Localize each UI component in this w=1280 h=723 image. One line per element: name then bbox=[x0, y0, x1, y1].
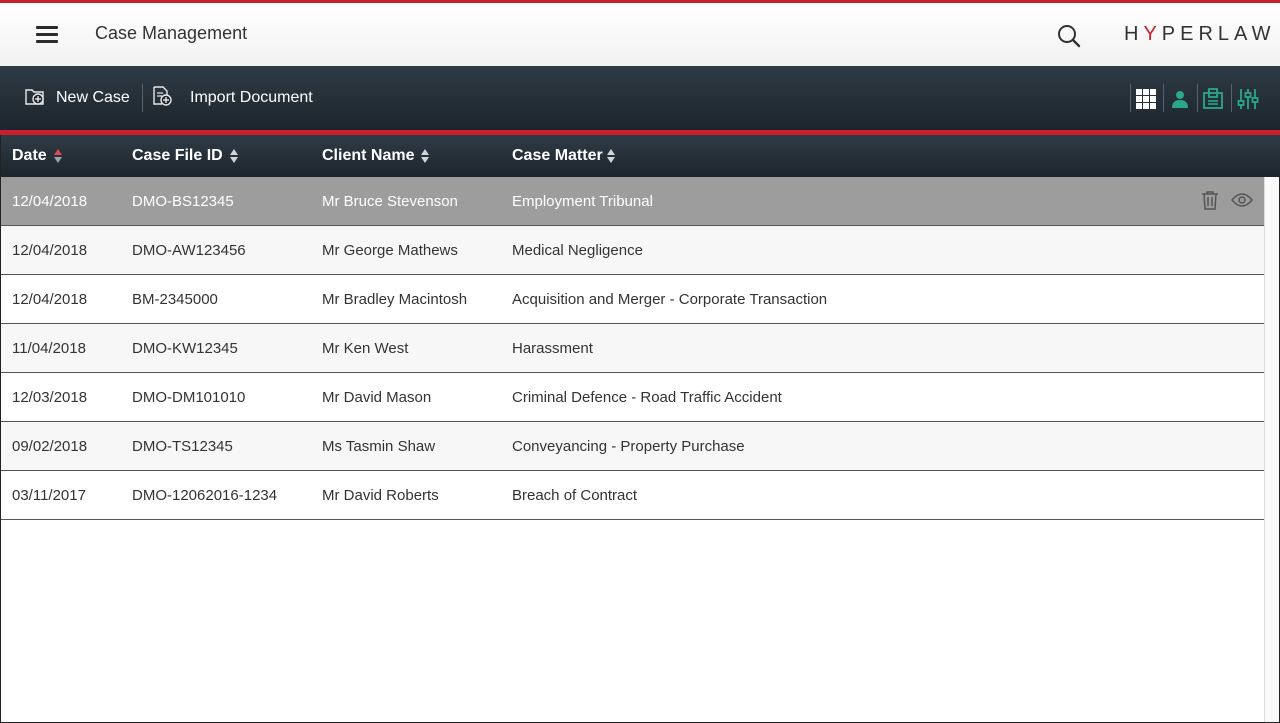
cell-case-matter: Employment Tribunal bbox=[512, 192, 653, 210]
table-row[interactable]: 09/02/2018 DMO-TS12345 Ms Tasmin Shaw Co… bbox=[1, 422, 1265, 471]
toolbar-divider bbox=[1231, 84, 1232, 112]
cell-date: 12/04/2018 bbox=[12, 241, 88, 259]
import-document-label: Import Document bbox=[190, 89, 313, 106]
column-header-case-matter[interactable]: Case Matter bbox=[512, 135, 615, 177]
cell-date: 03/11/2017 bbox=[12, 486, 86, 504]
vertical-scrollbar[interactable] bbox=[1264, 177, 1279, 722]
cell-case-matter: Medical Negligence bbox=[512, 241, 643, 259]
cell-client-name: Ms Tasmin Shaw bbox=[322, 437, 436, 455]
app-header: Case Management HYPERLAW bbox=[0, 3, 1280, 66]
row-actions bbox=[1199, 189, 1253, 211]
cell-case-file-id: DMO-BS12345 bbox=[132, 192, 234, 210]
cell-case-file-id: DMO-AW123456 bbox=[132, 241, 246, 259]
trash-icon[interactable] bbox=[1199, 189, 1221, 211]
cell-client-name: Mr Bruce Stevenson bbox=[322, 192, 458, 210]
column-header-case-file-id[interactable]: Case File ID bbox=[132, 135, 238, 177]
cell-date: 09/02/2018 bbox=[12, 437, 88, 455]
menu-icon[interactable] bbox=[36, 26, 58, 44]
toolbar-divider bbox=[1197, 84, 1198, 112]
column-header-label: Case File ID bbox=[132, 147, 223, 164]
sort-icon bbox=[53, 149, 62, 163]
column-header-label: Client Name bbox=[322, 147, 415, 164]
filter-sliders-icon[interactable] bbox=[1235, 86, 1261, 112]
sort-icon bbox=[229, 149, 238, 163]
cell-client-name: Mr Ken West bbox=[322, 339, 409, 357]
case-file-view-icon[interactable] bbox=[1200, 86, 1226, 112]
table-row[interactable]: 12/04/2018 DMO-BS12345 Mr Bruce Stevenso… bbox=[1, 177, 1265, 226]
sort-icon bbox=[606, 149, 615, 163]
user-view-icon[interactable] bbox=[1167, 86, 1193, 112]
toolbar-divider bbox=[142, 84, 143, 112]
cell-case-file-id: DMO-12062016-1234 bbox=[132, 486, 278, 504]
cell-case-file-id: DMO-TS12345 bbox=[132, 437, 233, 455]
table-row[interactable]: 12/04/2018 DMO-AW123456 Mr George Mathew… bbox=[1, 226, 1265, 275]
cell-case-file-id: DMO-DM101010 bbox=[132, 388, 246, 406]
column-header-date[interactable]: Date bbox=[12, 135, 62, 177]
column-header-client-name[interactable]: Client Name bbox=[322, 135, 430, 177]
toolbar-divider bbox=[1130, 84, 1131, 112]
cell-client-name: Mr David Mason bbox=[322, 388, 432, 406]
page-title: Case Management bbox=[95, 23, 248, 43]
table-row[interactable]: 03/11/2017 DMO-12062016-1234 Mr David Ro… bbox=[1, 471, 1265, 520]
cell-client-name: Mr George Mathews bbox=[322, 241, 458, 259]
table-row[interactable]: 12/04/2018 BM-2345000 Mr Bradley Macinto… bbox=[1, 275, 1265, 324]
eye-icon[interactable] bbox=[1231, 189, 1253, 211]
new-case-label: New Case bbox=[56, 89, 130, 106]
cell-case-file-id: BM-2345000 bbox=[132, 290, 218, 308]
table-header: Date Case File ID Client Name Case Matte… bbox=[1, 135, 1280, 177]
import-document-icon bbox=[151, 85, 173, 112]
cell-date: 12/04/2018 bbox=[12, 290, 88, 308]
cell-case-matter: Harassment bbox=[512, 339, 593, 357]
new-case-button[interactable]: New Case bbox=[24, 66, 130, 130]
cell-date: 12/03/2018 bbox=[12, 388, 88, 406]
cell-date: 11/04/2018 bbox=[12, 339, 86, 357]
column-header-label: Case Matter bbox=[512, 147, 603, 164]
case-table: Date Case File ID Client Name Case Matte… bbox=[0, 135, 1280, 723]
cell-date: 12/04/2018 bbox=[12, 192, 88, 210]
search-icon[interactable] bbox=[1056, 23, 1082, 49]
new-folder-icon bbox=[24, 85, 46, 112]
hyperlaw-logo: HYPERLAW bbox=[1124, 23, 1276, 45]
column-header-label: Date bbox=[12, 147, 47, 164]
cell-case-matter: Conveyancing - Property Purchase bbox=[512, 437, 745, 455]
import-document-button[interactable]: Import Document bbox=[151, 66, 313, 130]
cell-client-name: Mr David Roberts bbox=[322, 486, 439, 504]
table-row[interactable]: 12/03/2018 DMO-DM101010 Mr David Mason C… bbox=[1, 373, 1265, 422]
cell-case-matter: Breach of Contract bbox=[512, 486, 638, 504]
cell-case-matter: Acquisition and Merger - Corporate Trans… bbox=[512, 290, 828, 308]
toolbar-divider bbox=[1163, 84, 1164, 112]
sort-icon bbox=[421, 149, 430, 163]
cell-client-name: Mr Bradley Macintosh bbox=[322, 290, 468, 308]
cell-case-file-id: DMO-KW12345 bbox=[132, 339, 238, 357]
action-toolbar: New Case Import Document bbox=[0, 66, 1280, 130]
cell-case-matter: Criminal Defence - Road Traffic Accident bbox=[512, 388, 782, 406]
table-row[interactable]: 11/04/2018 DMO-KW12345 Mr Ken West Haras… bbox=[1, 324, 1265, 373]
grid-view-icon[interactable] bbox=[1133, 86, 1159, 112]
table-body: 12/04/2018 DMO-BS12345 Mr Bruce Stevenso… bbox=[1, 177, 1265, 520]
